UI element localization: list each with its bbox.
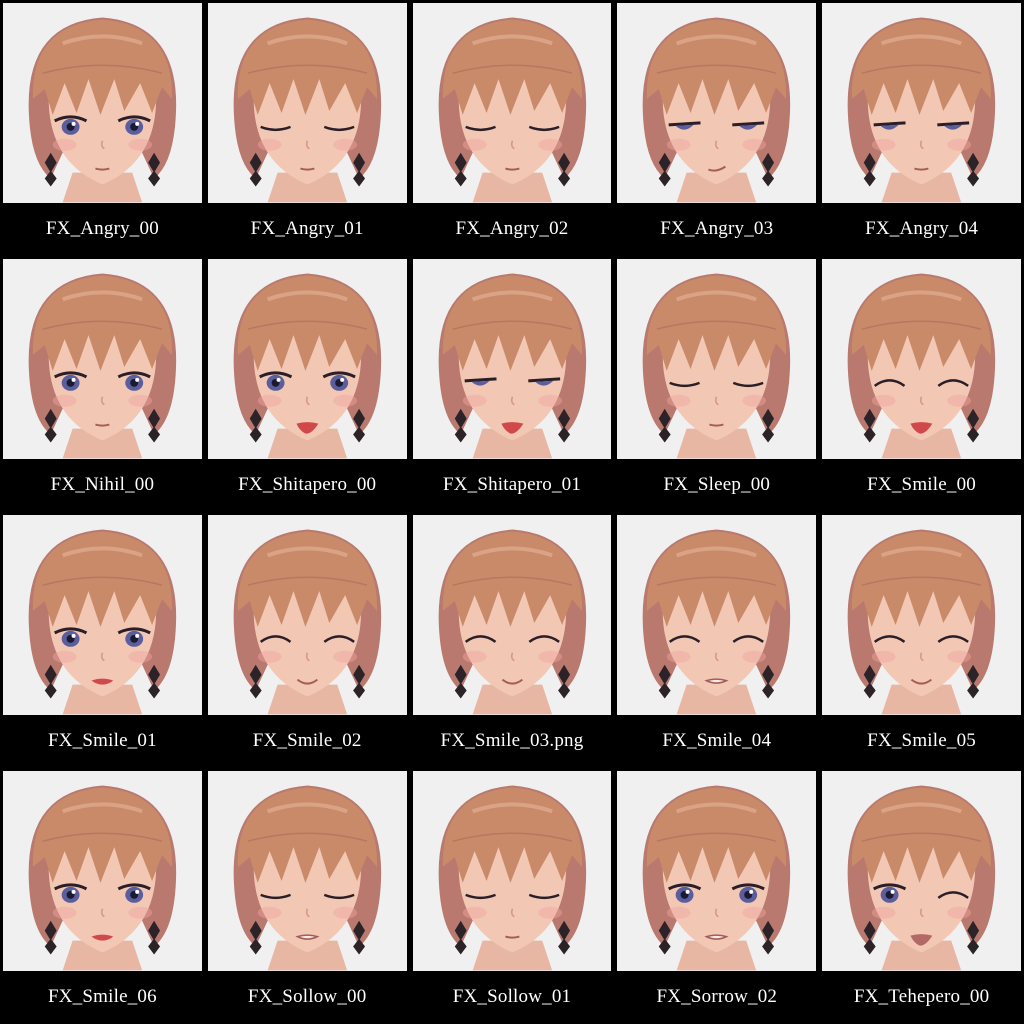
expression-tile[interactable]: FX_Sollow_01 [410, 768, 615, 1024]
expression-thumbnail [207, 515, 407, 715]
expression-tile[interactable]: FX_Sollow_00 [205, 768, 410, 1024]
expression-tile[interactable]: FX_Smile_04 [614, 512, 819, 768]
expression-tile[interactable]: FX_Tehepero_00 [819, 768, 1024, 1024]
expression-thumbnail [3, 515, 202, 715]
expression-tile[interactable]: FX_Smile_06 [0, 768, 205, 1024]
expression-tile[interactable]: FX_Smile_02 [205, 512, 410, 768]
expression-tile[interactable]: FX_Angry_02 [410, 0, 615, 256]
expression-label: FX_Smile_00 [867, 474, 976, 495]
expression-label: FX_Sleep_00 [663, 474, 771, 495]
expression-thumbnail [207, 259, 407, 459]
expression-tile[interactable]: FX_Shitapero_01 [410, 256, 615, 512]
expression-label: FX_Smile_04 [662, 730, 772, 751]
expression-thumbnail [3, 3, 202, 203]
expression-tile[interactable]: FX_Smile_01 [0, 512, 205, 768]
expression-label: FX_Smile_02 [252, 730, 362, 751]
expression-tile[interactable]: FX_Smile_05 [819, 512, 1024, 768]
expression-tile[interactable]: FX_Angry_04 [819, 0, 1024, 256]
expression-label: FX_Shitapero_01 [442, 474, 582, 495]
expression-label: FX_Sorrow_02 [656, 986, 778, 1007]
expression-label: FX_Smile_03.png [440, 730, 584, 751]
expression-tile[interactable]: FX_Sleep_00 [614, 256, 819, 512]
expression-label: FX_Angry_04 [865, 218, 979, 239]
expression-thumbnail [207, 3, 407, 203]
expression-label: FX_Smile_01 [47, 730, 157, 751]
expression-thumbnail [822, 771, 1021, 971]
expression-thumbnail [412, 771, 612, 971]
expression-thumbnail [412, 3, 612, 203]
expression-label: FX_Nihil_00 [50, 474, 155, 495]
expression-label: FX_Smile_06 [47, 986, 157, 1007]
expression-thumbnail [3, 259, 202, 459]
expression-tile[interactable]: FX_Sorrow_02 [614, 768, 819, 1024]
expression-thumbnail [412, 259, 612, 459]
expression-tile[interactable]: FX_Nihil_00 [0, 256, 205, 512]
expression-thumbnail [617, 771, 817, 971]
expression-tile[interactable]: FX_Shitapero_00 [205, 256, 410, 512]
expression-thumbnail [822, 259, 1021, 459]
expression-label: FX_Angry_00 [45, 218, 159, 239]
expression-label: FX_Sollow_00 [247, 986, 367, 1007]
expression-thumbnail [822, 515, 1021, 715]
expression-thumbnail [822, 3, 1021, 203]
expression-label: FX_Smile_05 [867, 730, 976, 751]
expression-tile[interactable]: FX_Angry_01 [205, 0, 410, 256]
expression-label: FX_Angry_02 [455, 218, 569, 239]
expression-label: FX_Angry_01 [250, 218, 364, 239]
expression-label: FX_Angry_03 [660, 218, 774, 239]
expression-thumbnail [3, 771, 202, 971]
expression-thumbnail [207, 771, 407, 971]
expression-label: FX_Sollow_01 [452, 986, 572, 1007]
expression-thumbnail [617, 259, 817, 459]
expression-thumbnail [617, 515, 817, 715]
expression-tile[interactable]: FX_Smile_00 [819, 256, 1024, 512]
expression-thumbnail [617, 3, 817, 203]
expression-grid: FX_Angry_00 FX_Angry_01 FX_Angry_02 FX_A… [0, 0, 1024, 1024]
expression-label: FX_Tehepero_00 [853, 986, 990, 1007]
expression-tile[interactable]: FX_Angry_00 [0, 0, 205, 256]
expression-label: FX_Shitapero_00 [238, 474, 377, 495]
expression-tile[interactable]: FX_Angry_03 [614, 0, 819, 256]
expression-thumbnail [412, 515, 612, 715]
expression-tile[interactable]: FX_Smile_03.png [410, 512, 615, 768]
